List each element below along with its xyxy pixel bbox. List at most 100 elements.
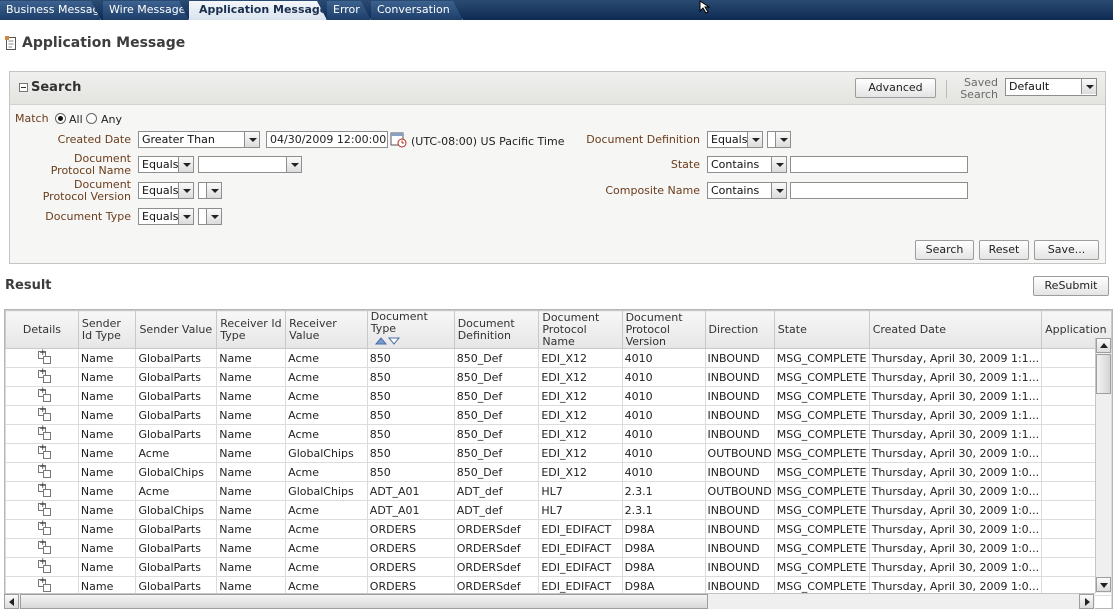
expand-details-icon[interactable] [38,369,52,384]
table-cell: Acme [285,424,368,444]
table-row[interactable]: NameGlobalPartsNameAcme850850_DefEDI_X12… [5,367,1112,387]
sort-icon[interactable] [374,336,401,346]
tab-wire-message[interactable]: Wire Message [103,1,189,20]
table-cell: 2.3.1 [621,481,706,501]
saved-search-select[interactable]: Default [1005,78,1097,96]
column-header[interactable]: Document Protocol Name [538,310,623,349]
details-cell[interactable] [5,481,79,501]
reset-button[interactable]: Reset [979,240,1029,260]
doc-definition-operator-select[interactable]: Equals [707,131,763,148]
details-cell[interactable] [5,519,79,539]
expand-details-icon[interactable] [38,559,52,574]
table-row[interactable]: NameGlobalPartsNameAcmeORDERSORDERSdefED… [5,557,1112,577]
table-row[interactable]: NameGlobalChipsNameAcmeADT_A01ADT_defHL7… [5,500,1112,520]
expand-details-icon[interactable] [38,445,52,460]
doc-type-operator-select[interactable]: Equals [138,208,194,225]
advanced-button[interactable]: Advanced [855,78,936,98]
table-cell: Name [216,443,287,463]
table-row[interactable]: NameAcmeNameGlobalChips850850_DefEDI_X12… [5,443,1112,463]
doc-protocol-name-select[interactable] [198,156,302,173]
column-header[interactable]: Document Definition [453,310,540,349]
column-header[interactable]: Direction [704,310,775,349]
expand-details-icon[interactable] [38,407,52,422]
scroll-down-button[interactable] [1096,577,1111,592]
state-input[interactable] [790,156,968,173]
column-header[interactable]: Created Date [868,310,1043,349]
table-row[interactable]: NameGlobalPartsNameAcme850850_DefEDI_X12… [5,405,1112,425]
table-cell: 850_Def [453,367,540,387]
table-row[interactable]: NameGlobalPartsNameAcmeORDERSORDERSdefED… [5,538,1112,558]
chevron-down-icon [244,132,259,147]
composite-name-operator-select[interactable]: Contains [707,182,787,199]
scroll-left-button[interactable] [4,594,19,609]
doc-protocol-version-select[interactable] [198,182,222,199]
details-cell[interactable] [5,557,79,577]
save-button[interactable]: Save... [1034,240,1099,260]
details-cell[interactable] [5,367,79,387]
tab-business-message[interactable]: Business Message [0,1,101,20]
expand-details-icon[interactable] [38,578,52,593]
collapse-icon[interactable] [19,83,28,92]
table-cell: EDI_X12 [538,443,623,463]
chevron-down-icon [771,157,786,172]
details-cell[interactable] [5,348,79,368]
composite-name-input[interactable] [790,182,968,199]
doc-type-select[interactable] [198,208,222,225]
table-row[interactable]: NameGlobalChipsNameAcme850850_DefEDI_X12… [5,462,1112,482]
table-row[interactable]: NameAcmeNameGlobalChipsADT_A01ADT_defHL7… [5,481,1112,501]
table-cell: Name [216,405,287,425]
expand-details-icon[interactable] [38,502,52,517]
match-any-radio[interactable] [86,113,97,124]
vertical-scrollbar[interactable] [1095,338,1111,593]
column-header[interactable]: Sender Id Type [77,310,137,349]
vertical-scroll-thumb[interactable] [1096,354,1111,394]
created-date-input[interactable]: 04/30/2009 12:00:00 AM [266,131,388,148]
table-cell: Name [216,386,287,406]
expand-details-icon[interactable] [38,540,52,555]
scroll-right-button[interactable] [1079,594,1094,609]
table-row[interactable]: NameGlobalPartsNameAcme850850_DefEDI_X12… [5,348,1112,368]
table-row[interactable]: NameGlobalPartsNameAcmeORDERSORDERSdefED… [5,519,1112,539]
tab-conversation[interactable]: Conversation [371,1,463,20]
table-cell: EDI_EDIFACT [538,557,623,577]
table-cell: MSG_COMPLETE [773,500,870,520]
state-operator-select[interactable]: Contains [707,156,787,173]
table-cell: Acme [285,367,368,387]
expand-details-icon[interactable] [38,483,52,498]
column-header[interactable]: Receiver Id Type [216,310,287,349]
details-cell[interactable] [5,462,79,482]
details-cell[interactable] [5,386,79,406]
details-cell[interactable] [5,405,79,425]
horizontal-scrollbar[interactable] [4,593,1095,609]
details-cell[interactable] [5,538,79,558]
column-header[interactable]: Receiver Value [285,310,368,349]
calendar-icon[interactable] [390,131,407,148]
column-header[interactable]: Sender Value [135,310,218,349]
details-cell[interactable] [5,500,79,520]
expand-details-icon[interactable] [38,350,52,365]
tab-application-message[interactable]: Application Message [189,1,327,20]
doc-protocol-version-operator-select[interactable]: Equals [138,182,194,199]
details-cell[interactable] [5,443,79,463]
tab-error[interactable]: Error [327,1,371,20]
column-header[interactable]: Document Type [366,310,455,349]
search-button[interactable]: Search [915,240,974,260]
details-cell[interactable] [5,424,79,444]
doc-definition-select[interactable] [767,131,791,148]
table-row[interactable]: NameGlobalPartsNameAcme850850_DefEDI_X12… [5,386,1112,406]
created-date-operator-select[interactable]: Greater Than [138,131,260,148]
doc-protocol-name-operator-select[interactable]: Equals [138,156,194,173]
horizontal-scroll-thumb[interactable] [20,594,708,609]
column-header[interactable]: State [773,310,870,349]
resubmit-button[interactable]: ReSubmit [1033,276,1109,296]
column-header[interactable]: Document Protocol Version [621,310,706,349]
expand-details-icon[interactable] [38,464,52,479]
scroll-up-button[interactable] [1096,338,1111,353]
column-header[interactable]: Details [5,310,79,349]
expand-details-icon[interactable] [38,388,52,403]
table-cell: GlobalChips [285,443,368,463]
match-all-radio[interactable] [55,113,66,124]
expand-details-icon[interactable] [38,521,52,536]
table-row[interactable]: NameGlobalPartsNameAcme850850_DefEDI_X12… [5,424,1112,444]
expand-details-icon[interactable] [38,426,52,441]
